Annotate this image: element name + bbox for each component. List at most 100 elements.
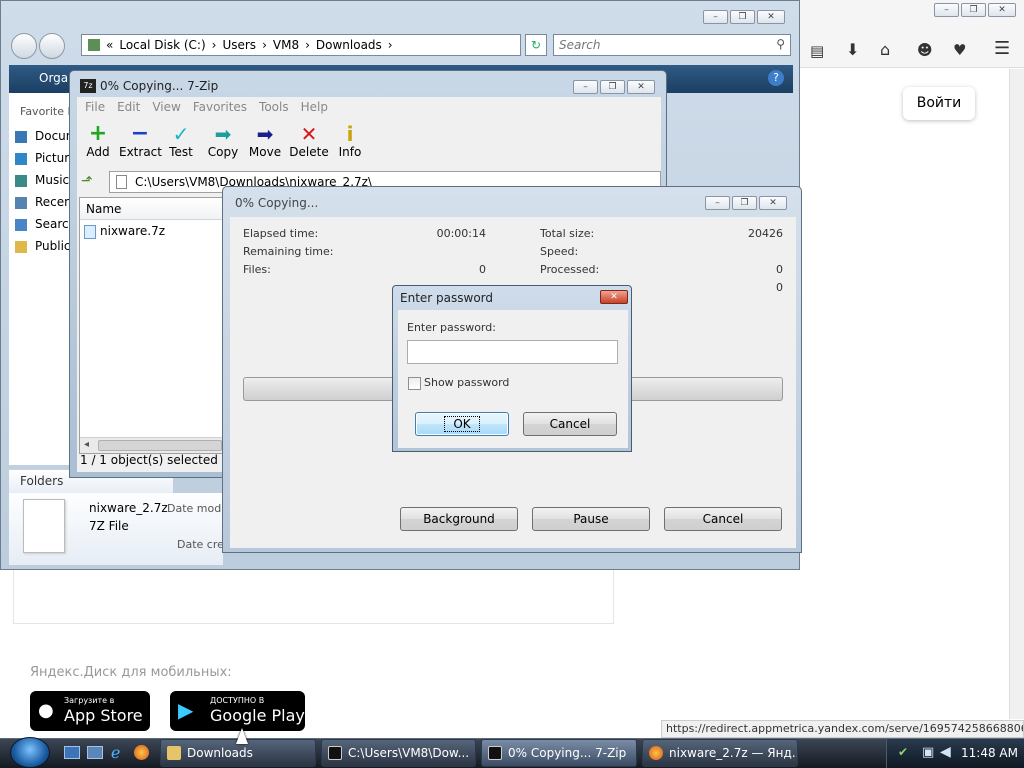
breadcrumb-separator[interactable]: › xyxy=(305,38,310,52)
internet-explorer-icon[interactable]: ℯ xyxy=(111,743,120,762)
bookmarks-icon[interactable]: ▤ xyxy=(810,42,824,60)
sevenzip-close-button[interactable]: ✕ xyxy=(627,80,655,94)
tool-add-button[interactable]: + Add xyxy=(83,123,113,160)
pocket-icon[interactable]: ♥ xyxy=(953,41,966,59)
forward-button[interactable] xyxy=(39,33,65,59)
firefox-icon[interactable] xyxy=(134,745,149,760)
taskbar-item-7zip-manager[interactable]: C:\Users\VM8\Dow... xyxy=(321,739,476,767)
breadcrumb-downloads[interactable]: Downloads xyxy=(316,38,382,52)
home-icon[interactable]: ⌂ xyxy=(880,40,890,59)
breadcrumb-chevron[interactable]: « xyxy=(106,38,113,52)
breadcrumb-separator[interactable]: › xyxy=(262,38,267,52)
tool-extract-button[interactable]: − Extract xyxy=(119,123,162,160)
start-button[interactable] xyxy=(10,737,50,768)
scroll-thumb[interactable] xyxy=(98,440,222,451)
clock[interactable]: 11:48 AM xyxy=(961,746,1018,760)
copy-arrow-icon: ➡ xyxy=(214,122,232,146)
nav-item-label: Public xyxy=(35,239,71,253)
sevenzip-restore-button[interactable]: ❐ xyxy=(600,80,625,94)
firefox-icon xyxy=(649,746,663,760)
menu-file[interactable]: File xyxy=(85,97,105,117)
explorer-restore-button[interactable]: ❐ xyxy=(730,10,755,24)
searches-icon xyxy=(15,218,27,231)
browser-close-button[interactable]: ✕ xyxy=(988,3,1016,17)
progress-minimize-button[interactable]: – xyxy=(705,196,730,210)
menu-view[interactable]: View xyxy=(152,97,180,117)
tool-copy-button[interactable]: ➡ Copy xyxy=(205,123,241,159)
password-input[interactable] xyxy=(407,340,618,364)
nav-item-searches[interactable]: Search xyxy=(15,217,76,231)
column-header-name[interactable]: Name xyxy=(80,198,224,220)
switch-windows-icon[interactable] xyxy=(87,746,103,759)
volume-icon[interactable]: ◀ xyxy=(940,744,951,760)
tool-move-button[interactable]: ➡ Move xyxy=(247,123,283,159)
taskbar-item-7zip-copying[interactable]: 0% Copying... 7-Zip xyxy=(481,739,637,767)
help-icon[interactable]: ? xyxy=(768,70,784,86)
app-store-badge[interactable]: ● Загрузите в App Store xyxy=(30,691,150,731)
ok-button[interactable]: OK xyxy=(415,412,509,436)
menu-favorites[interactable]: Favorites xyxy=(193,97,247,117)
speed-label: Speed: xyxy=(540,245,579,258)
password-dialog: Enter password ✕ Enter password: Show pa… xyxy=(392,285,632,452)
tool-info-button[interactable]: i Info xyxy=(335,123,365,159)
password-label: Enter password: xyxy=(407,321,496,334)
breadcrumb-local-disk[interactable]: Local Disk (C:) xyxy=(119,38,205,52)
menu-tools[interactable]: Tools xyxy=(259,97,289,117)
show-password-label[interactable]: Show password xyxy=(424,376,509,389)
breadcrumb-separator[interactable]: › xyxy=(388,38,393,52)
sevenzip-app-icon: 7z xyxy=(80,79,96,93)
password-close-button[interactable]: ✕ xyxy=(600,290,628,304)
login-button[interactable]: Войти xyxy=(903,87,975,120)
status-bar-text: 1 / 1 object(s) selected xyxy=(80,453,218,467)
taskbar-item-firefox[interactable]: nixware_2.7z — Янд... xyxy=(642,739,798,767)
cancel-button[interactable]: Cancel xyxy=(664,507,782,531)
emoji-icon[interactable]: ☻ xyxy=(917,41,933,59)
tool-label: Copy xyxy=(207,145,239,159)
list-item[interactable]: nixware.7z xyxy=(84,224,165,239)
nav-item-music[interactable]: Music xyxy=(15,173,69,187)
explorer-minimize-button[interactable]: – xyxy=(703,10,728,24)
progress-restore-button[interactable]: ❐ xyxy=(732,196,757,210)
nav-item-pictures[interactable]: Pictur xyxy=(15,151,69,165)
google-play-badge[interactable]: ▶ ДОСТУПНО В Google Play xyxy=(170,691,305,731)
background-button[interactable]: Background xyxy=(400,507,518,531)
pause-button[interactable]: Pause xyxy=(532,507,650,531)
progress-close-button[interactable]: ✕ xyxy=(759,196,787,210)
tray-arrow-icon[interactable]: ✔ xyxy=(898,745,908,759)
up-folder-icon[interactable]: ⬏ xyxy=(81,173,99,191)
address-bar[interactable]: « Local Disk (C:) › Users › VM8 › Downlo… xyxy=(81,34,521,56)
total-size-value: 20426 xyxy=(748,227,783,240)
nav-item-public[interactable]: Public xyxy=(15,239,71,253)
show-desktop-icon[interactable] xyxy=(64,746,80,759)
menu-edit[interactable]: Edit xyxy=(117,97,140,117)
details-pane: nixware_2.7z 7Z File Date modi Date crea xyxy=(9,493,231,565)
sevenzip-minimize-button[interactable]: – xyxy=(573,80,598,94)
path-file-icon xyxy=(116,175,127,189)
horizontal-scrollbar[interactable]: ◂ xyxy=(80,437,224,453)
navigation-pane: Favorite L Docum Pictur Music Recen Sear… xyxy=(9,93,77,465)
menu-icon[interactable]: ☰ xyxy=(994,38,1010,59)
back-button[interactable] xyxy=(11,33,37,59)
breadcrumb-vm8[interactable]: VM8 xyxy=(273,38,299,52)
sevenzip-icon xyxy=(488,746,502,760)
nav-item-recent[interactable]: Recen xyxy=(15,195,72,209)
downloads-icon[interactable]: ⬇ xyxy=(846,40,859,59)
browser-minimize-button[interactable]: – xyxy=(934,3,959,17)
password-cancel-button[interactable]: Cancel xyxy=(523,412,617,436)
scroll-left-icon[interactable]: ◂ xyxy=(84,439,89,450)
search-input[interactable]: Search ⚲ xyxy=(553,34,791,56)
show-password-checkbox[interactable] xyxy=(408,377,421,390)
browser-restore-button[interactable]: ❐ xyxy=(961,3,986,17)
password-client: Enter password: Show password OK Cancel xyxy=(398,310,628,448)
tool-test-button[interactable]: ✓ Test xyxy=(165,123,197,159)
network-icon[interactable]: ▣ xyxy=(922,745,934,760)
breadcrumb-separator[interactable]: › xyxy=(212,38,217,52)
explorer-close-button[interactable]: ✕ xyxy=(757,10,785,24)
breadcrumb-users[interactable]: Users xyxy=(222,38,256,52)
refresh-button[interactable]: ↻ xyxy=(525,34,547,56)
ok-button-label: OK xyxy=(444,416,480,432)
menu-help[interactable]: Help xyxy=(301,97,328,117)
tool-delete-button[interactable]: ✕ Delete xyxy=(289,123,329,159)
sevenzip-menubar: File Edit View Favorites Tools Help xyxy=(77,97,661,117)
page-scrollbar[interactable] xyxy=(1009,69,1024,719)
